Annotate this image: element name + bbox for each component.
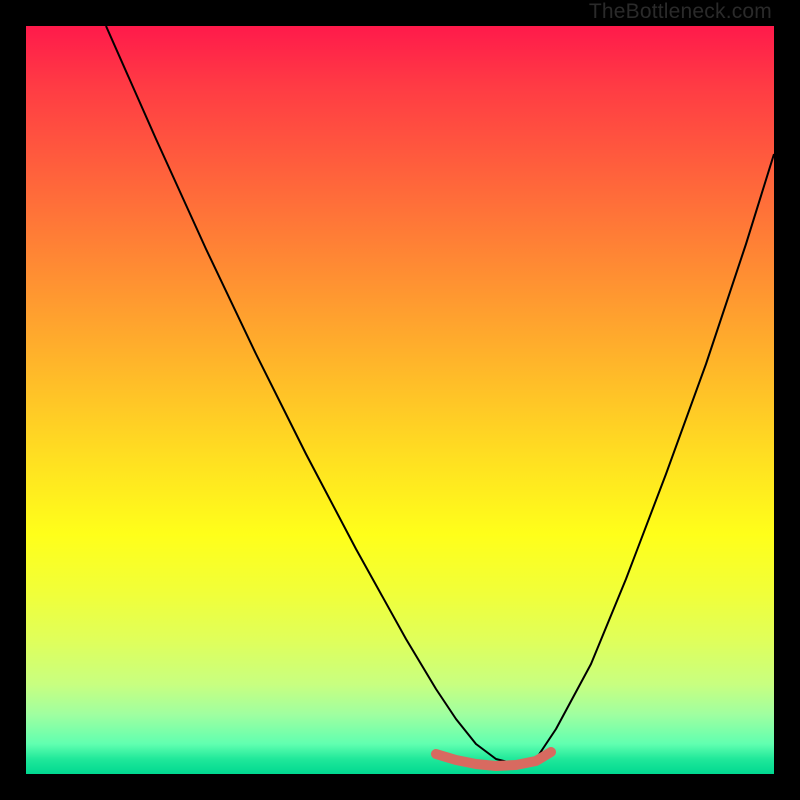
chart-frame: TheBottleneck.com bbox=[0, 0, 800, 800]
watermark-text: TheBottleneck.com bbox=[589, 0, 772, 24]
series-bottom-highlight bbox=[436, 752, 551, 766]
series-curve bbox=[106, 26, 774, 764]
plot-area bbox=[26, 26, 774, 774]
curve-layer bbox=[26, 26, 774, 774]
